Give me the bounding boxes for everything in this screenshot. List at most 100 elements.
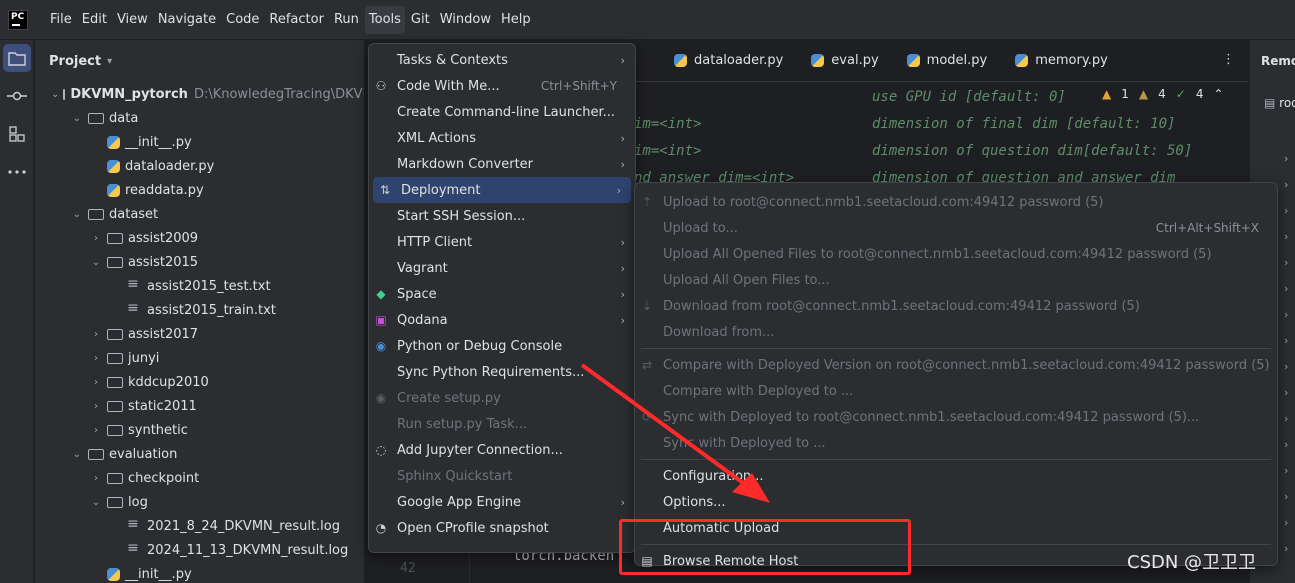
menu-window[interactable]: Window xyxy=(436,6,495,34)
menu-view[interactable]: View xyxy=(113,6,152,34)
chevron-right-icon[interactable]: › xyxy=(1284,412,1288,425)
chevron-right-icon[interactable]: › xyxy=(1284,386,1288,399)
menu-item-qodana[interactable]: ▣ Qodana › xyxy=(369,307,635,333)
menu-item-configuration[interactable]: Configuration... xyxy=(635,463,1277,489)
menu-help[interactable]: Help xyxy=(497,6,535,34)
tree-item-label: dataset xyxy=(109,206,159,222)
menu-item-xml-actions[interactable]: XML Actions › xyxy=(369,125,635,151)
tree-item[interactable]: › assist2017 xyxy=(35,322,364,346)
chevron-right-icon[interactable]: › xyxy=(1284,178,1288,191)
menu-shortcut: Ctrl+Shift+Y xyxy=(540,79,617,93)
chevron-right-icon[interactable]: › xyxy=(1284,152,1288,165)
tree-item[interactable]: ⌄ data xyxy=(35,106,364,130)
chevron-down-icon[interactable]: ⌄ xyxy=(89,497,103,508)
tree-item[interactable]: ⌄ evaluation xyxy=(35,442,364,466)
tree-item[interactable]: 2021_8_24_DKVMN_result.log xyxy=(35,514,364,538)
menu-item-tasks-contexts[interactable]: Tasks & Contexts › xyxy=(369,47,635,73)
menu-item-create-command-line-launcher[interactable]: Create Command-line Launcher... xyxy=(369,99,635,125)
chevron-right-icon[interactable]: › xyxy=(1284,256,1288,269)
menu-item-sync-python-requirements[interactable]: Sync Python Requirements... xyxy=(369,359,635,385)
remote-root-item[interactable]: ▤ roo xyxy=(1264,96,1295,110)
tree-item[interactable]: assist2015_test.txt xyxy=(35,274,364,298)
tree-item[interactable]: › kddcup2010 xyxy=(35,370,364,394)
tree-item[interactable]: ⌄ assist2015 xyxy=(35,250,364,274)
chevron-right-icon[interactable]: › xyxy=(89,353,103,364)
chevron-right-icon[interactable]: › xyxy=(89,233,103,244)
submenu-arrow-icon: › xyxy=(620,287,625,301)
tree-item-label: assist2015_train.txt xyxy=(147,302,276,318)
project-header[interactable]: Project ▾ xyxy=(35,40,364,82)
chevron-right-icon[interactable]: › xyxy=(89,329,103,340)
chevron-down-icon[interactable]: ⌄ xyxy=(70,209,84,220)
editor-tab[interactable]: eval.py xyxy=(797,40,892,82)
editor-tab[interactable]: memory.py xyxy=(1001,40,1122,82)
remote-panel-title: Remo xyxy=(1261,54,1295,68)
menu-edit[interactable]: Edit xyxy=(78,6,111,34)
menu-refactor[interactable]: Refactor xyxy=(265,6,328,34)
chevron-right-icon[interactable]: › xyxy=(1284,542,1288,555)
menu-item-python-or-debug-console[interactable]: ◉ Python or Debug Console xyxy=(369,333,635,359)
tree-item[interactable]: ⌄ log xyxy=(35,490,364,514)
menu-item-open-cprofile-snapshot[interactable]: ◔ Open CProfile snapshot xyxy=(369,515,635,541)
menu-item-add-jupyter-connection[interactable]: ◌ Add Jupyter Connection... xyxy=(369,437,635,463)
chevron-right-icon[interactable]: › xyxy=(1284,516,1288,529)
chevron-right-icon[interactable]: › xyxy=(1284,204,1288,217)
chevron-right-icon[interactable]: › xyxy=(1284,464,1288,477)
menu-item-options[interactable]: Options... xyxy=(635,489,1277,515)
tree-item[interactable]: › synthetic xyxy=(35,418,364,442)
chevron-up-icon[interactable]: ⌃ xyxy=(1213,87,1223,101)
chevron-right-icon[interactable]: › xyxy=(1284,230,1288,243)
menu-item-markdown-converter[interactable]: Markdown Converter › xyxy=(369,151,635,177)
more-tools-icon[interactable] xyxy=(3,158,31,186)
chevron-right-icon[interactable]: › xyxy=(1284,360,1288,373)
menu-item-google-app-engine[interactable]: Google App Engine › xyxy=(369,489,635,515)
text-file-icon xyxy=(126,276,142,293)
chevron-down-icon[interactable]: ⌄ xyxy=(51,89,59,100)
chevron-right-icon[interactable]: › xyxy=(89,377,103,388)
tree-item[interactable]: › checkpoint xyxy=(35,466,364,490)
sync-icon: ⟳ xyxy=(641,410,653,424)
menu-file[interactable]: File xyxy=(46,6,76,34)
chevron-right-icon[interactable]: › xyxy=(89,473,103,484)
menu-run[interactable]: Run xyxy=(330,6,363,34)
chevron-right-icon[interactable]: › xyxy=(1284,334,1288,347)
chevron-right-icon[interactable]: › xyxy=(1284,308,1288,321)
menu-item-vagrant[interactable]: Vagrant › xyxy=(369,255,635,281)
menu-item-space[interactable]: ◆ Space › xyxy=(369,281,635,307)
tree-item[interactable]: dataloader.py xyxy=(35,154,364,178)
tree-item[interactable]: ⌄ DKVMN_pytorch D:\KnowledegTracing\DKVM xyxy=(35,82,364,106)
menu-item-sync-with-deployed-to: Sync with Deployed to ... xyxy=(635,430,1277,456)
tree-item[interactable]: __init__.py xyxy=(35,562,364,583)
editor-tab[interactable]: dataloader.py xyxy=(660,40,797,82)
tree-item[interactable]: readdata.py xyxy=(35,178,364,202)
chevron-right-icon[interactable]: › xyxy=(89,401,103,412)
project-tool-icon[interactable] xyxy=(3,44,31,72)
menu-item-http-client[interactable]: HTTP Client › xyxy=(369,229,635,255)
tree-item[interactable]: assist2015_train.txt xyxy=(35,298,364,322)
chevron-right-icon[interactable]: › xyxy=(89,425,103,436)
tree-item[interactable]: 2024_11_13_DKVMN_result.log xyxy=(35,538,364,562)
menu-git[interactable]: Git xyxy=(407,6,434,34)
chevron-right-icon[interactable]: › xyxy=(1284,282,1288,295)
menu-item-code-with-me[interactable]: ⚇ Code With Me... Ctrl+Shift+Y xyxy=(369,73,635,99)
structure-tool-icon[interactable] xyxy=(3,120,31,148)
tree-item[interactable]: __init__.py xyxy=(35,130,364,154)
tree-item[interactable]: ⌄ dataset xyxy=(35,202,364,226)
tree-item[interactable]: › assist2009 xyxy=(35,226,364,250)
chevron-down-icon[interactable]: ⌄ xyxy=(89,257,103,268)
tree-item[interactable]: › junyi xyxy=(35,346,364,370)
chevron-down-icon[interactable]: ⌄ xyxy=(70,449,84,460)
chevron-right-icon[interactable]: › xyxy=(1284,438,1288,451)
commit-tool-icon[interactable] xyxy=(3,82,31,110)
chevron-right-icon[interactable]: › xyxy=(1284,490,1288,503)
menu-tools[interactable]: Tools xyxy=(364,5,405,34)
more-tabs-icon[interactable]: ⋮ xyxy=(1222,52,1235,67)
menu-code[interactable]: Code xyxy=(222,6,263,34)
menu-item-start-ssh-session[interactable]: Start SSH Session... xyxy=(369,203,635,229)
chevron-down-icon[interactable]: ⌄ xyxy=(70,113,84,124)
inspection-widget[interactable]: ▲ 1 ▲ 4 ✓ 4 ⌃ xyxy=(1102,87,1224,101)
menu-item-deployment[interactable]: ⇅ Deployment › xyxy=(373,177,631,203)
menu-navigate[interactable]: Navigate xyxy=(154,6,220,34)
tree-item[interactable]: › static2011 xyxy=(35,394,364,418)
editor-tab[interactable]: model.py xyxy=(893,40,1002,82)
